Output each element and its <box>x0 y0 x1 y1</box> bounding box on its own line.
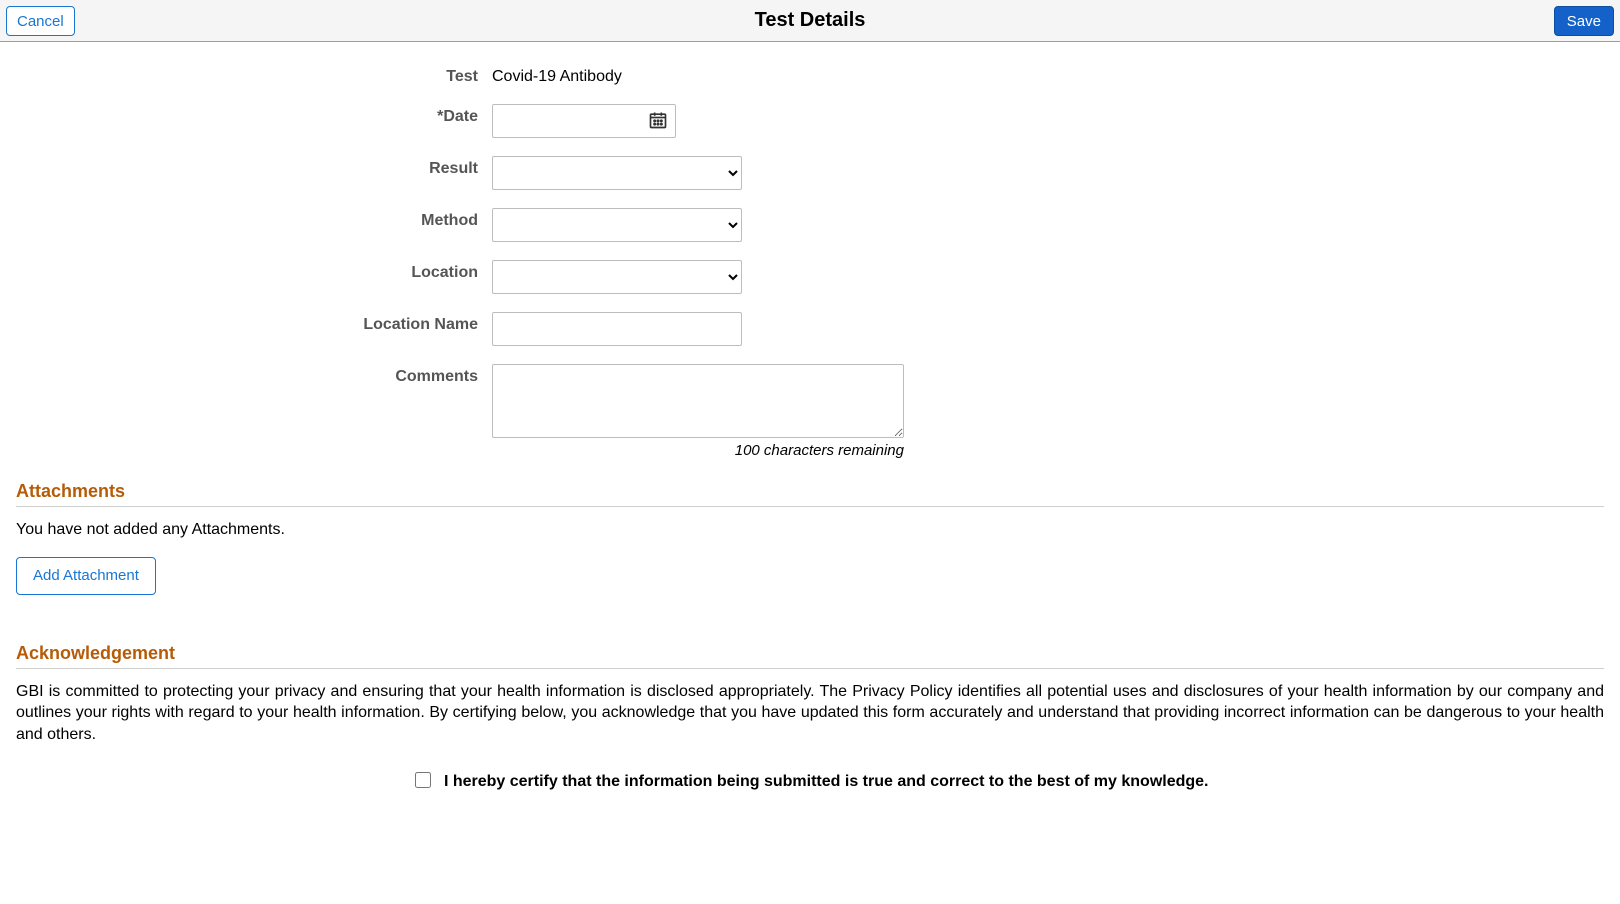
value-test: Covid-19 Antibody <box>492 64 622 86</box>
location-name-input[interactable] <box>492 312 742 346</box>
certify-label-wrap[interactable]: I hereby certify that the information be… <box>411 773 1208 790</box>
save-button[interactable]: Save <box>1554 6 1614 36</box>
add-attachment-button[interactable]: Add Attachment <box>16 557 156 595</box>
label-date: *Date <box>16 104 492 126</box>
acknowledgement-divider <box>16 668 1604 669</box>
calendar-icon[interactable] <box>648 110 668 130</box>
label-result: Result <box>16 156 492 178</box>
acknowledgement-heading: Acknowledgement <box>0 643 1620 664</box>
attachments-divider <box>16 506 1604 507</box>
row-result: Result <box>16 156 1604 190</box>
row-method: Method <box>16 208 1604 242</box>
result-select[interactable] <box>492 156 742 190</box>
method-select[interactable] <box>492 208 742 242</box>
cancel-button[interactable]: Cancel <box>6 6 75 36</box>
certify-checkbox[interactable] <box>415 772 431 788</box>
row-location: Location <box>16 260 1604 294</box>
certify-row: I hereby certify that the information be… <box>0 769 1620 791</box>
certify-label: I hereby certify that the information be… <box>444 773 1209 790</box>
row-comments: Comments 100 characters remaining <box>16 364 1604 459</box>
label-comments: Comments <box>16 364 492 386</box>
char-remaining: 100 characters remaining <box>492 442 904 459</box>
page-title: Test Details <box>755 9 866 32</box>
label-test: Test <box>16 64 492 86</box>
row-test: Test Covid-19 Antibody <box>16 64 1604 86</box>
label-location: Location <box>16 260 492 282</box>
attachments-empty-text: You have not added any Attachments. <box>0 519 1620 541</box>
label-location-name: Location Name <box>16 312 492 334</box>
label-method: Method <box>16 208 492 230</box>
comments-textarea[interactable] <box>492 364 904 438</box>
acknowledgement-body: GBI is committed to protecting your priv… <box>0 681 1620 746</box>
form-area: Test Covid-19 Antibody *Date <box>0 64 1620 459</box>
header-bar: Cancel Test Details Save <box>0 0 1620 42</box>
row-location-name: Location Name <box>16 312 1604 346</box>
row-date: *Date <box>16 104 1604 138</box>
location-select[interactable] <box>492 260 742 294</box>
attachments-heading: Attachments <box>0 481 1620 502</box>
